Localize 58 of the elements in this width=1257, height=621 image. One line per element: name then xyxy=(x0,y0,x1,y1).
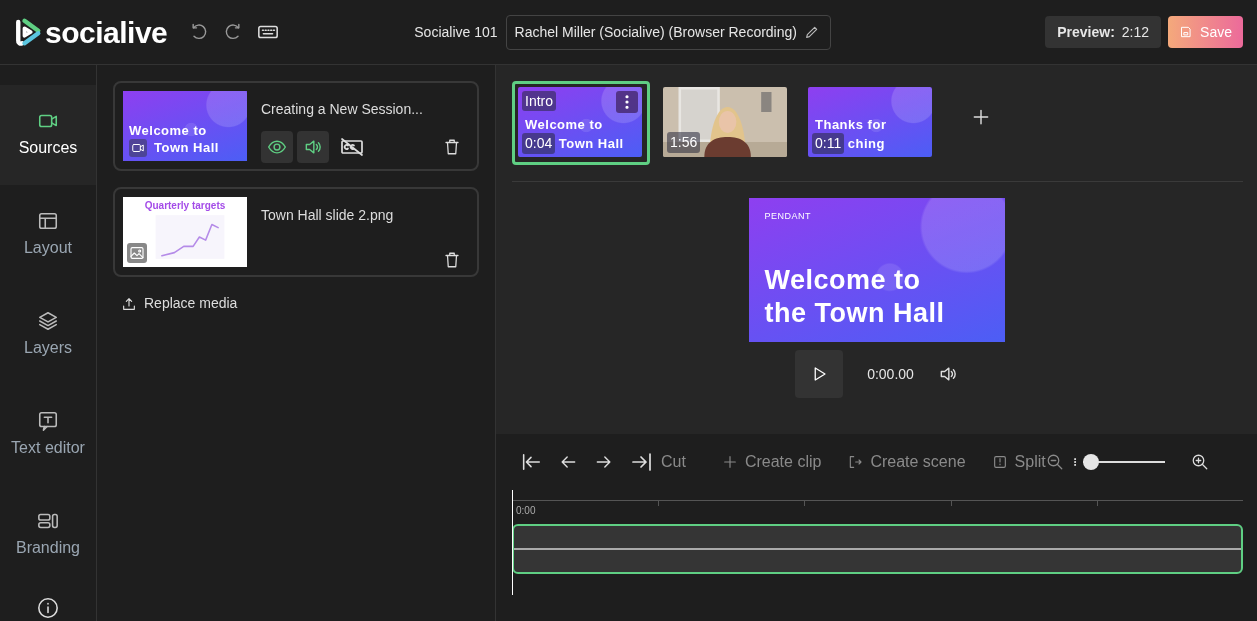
slide-heading: Quarterly targets xyxy=(143,200,227,212)
time-label: 0:00 xyxy=(516,504,536,518)
more-icon[interactable] xyxy=(616,91,638,113)
video-icon xyxy=(129,139,147,157)
save-icon xyxy=(1179,25,1194,39)
duration-badge: 0:11 xyxy=(812,133,845,154)
slide-title-line: Town Hall xyxy=(154,140,219,156)
upload-icon xyxy=(121,295,137,312)
pencil-icon[interactable] xyxy=(803,24,820,40)
zoom-in-icon[interactable] xyxy=(1191,453,1210,471)
timeline-clip[interactable] xyxy=(512,524,1243,574)
duration-badge: 1:56 xyxy=(667,132,701,153)
layers-icon xyxy=(37,310,59,333)
trash-icon[interactable] xyxy=(443,251,461,269)
replace-media-button[interactable]: Replace media xyxy=(121,293,238,314)
slider-thumb[interactable] xyxy=(1083,454,1100,470)
slide-title-line: Welcome to xyxy=(129,123,208,139)
source-card[interactable]: Quarterly targets Town Hall slide 2.png xyxy=(113,187,479,277)
zoom-out-icon[interactable] xyxy=(1045,453,1064,471)
source-title: Town Hall slide 2.png xyxy=(261,206,395,225)
preview-duration: 2:12 xyxy=(1121,22,1150,42)
plus-icon xyxy=(721,454,738,470)
project-name: Socialive 101 xyxy=(414,22,498,42)
playback-time: 0:00.00 xyxy=(867,364,914,384)
slide-title-line: Welcome to xyxy=(524,117,604,133)
slide-title-line: Town Hall xyxy=(558,135,624,152)
source-card[interactable]: Welcome to Town Hall Creating a New Session... xyxy=(113,81,479,171)
sidebar-item[interactable]: Text editor xyxy=(0,385,96,485)
sidebar-item[interactable]: Sources xyxy=(0,85,96,185)
exit-icon xyxy=(847,454,864,470)
zoom-slider[interactable] xyxy=(1083,454,1166,470)
scene-thumbnail[interactable]: Intro Welcome to 0:04 Town Hall xyxy=(512,81,650,165)
jump-start-icon[interactable] xyxy=(520,451,542,473)
visibility-toggle[interactable] xyxy=(261,131,293,163)
title-field[interactable]: Rachel Miller (Socialive) (Browser Recording) xyxy=(505,14,831,50)
captions-toggle[interactable] xyxy=(340,135,364,159)
sidebar-item[interactable]: Layout xyxy=(0,185,96,285)
app-logo: socialive xyxy=(45,14,168,51)
scene-label: Intro xyxy=(522,91,556,111)
play-button[interactable] xyxy=(795,350,844,398)
sidebar-item[interactable]: Branding xyxy=(0,485,96,585)
audio-toggle[interactable] xyxy=(296,131,329,163)
slide-title-line: Thanks for xyxy=(814,117,888,133)
jump-end-icon xyxy=(630,450,654,474)
slide-brand: PENDANT xyxy=(764,210,811,223)
slide-title: Welcome to the Town Hall xyxy=(764,264,946,330)
source-title: Creating a New Session... xyxy=(261,100,424,119)
slide-title-line: ching xyxy=(847,135,885,152)
duration-badge: 0:04 xyxy=(522,133,556,154)
captions-off-icon xyxy=(340,135,364,159)
text-icon xyxy=(37,410,59,433)
sidebar-item[interactable]: Layers xyxy=(0,285,96,385)
trash-icon[interactable] xyxy=(443,138,461,156)
add-scene-icon[interactable] xyxy=(971,107,991,127)
image-icon xyxy=(127,243,147,263)
scene-thumbnail[interactable]: 1:56 xyxy=(657,81,795,165)
info-icon[interactable] xyxy=(37,597,59,619)
preview-label: Preview: xyxy=(1057,22,1115,42)
